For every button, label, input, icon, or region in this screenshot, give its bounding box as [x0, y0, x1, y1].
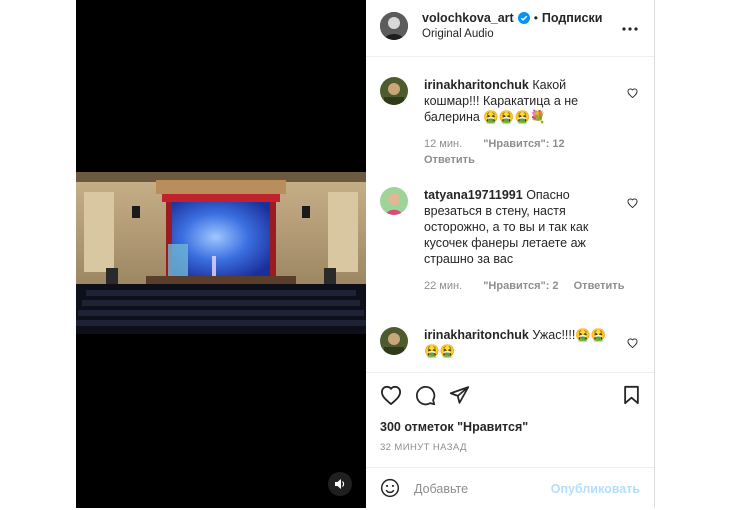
page-margin-right	[655, 0, 730, 508]
comment-time[interactable]: 22 мин.	[424, 280, 462, 292]
comment-reply-button[interactable]: Ответить	[574, 280, 625, 292]
theatre-stage-image	[76, 172, 366, 334]
video-frame-theatre	[76, 172, 366, 334]
comment-like-button[interactable]	[627, 195, 638, 213]
heart-outline-icon	[627, 198, 638, 209]
post-header: volochkova_art • Подписки Original Audio	[366, 0, 654, 57]
comment-username[interactable]: tatyana19711991	[424, 188, 523, 202]
comment-body: tatyana19711991 Опасно врезаться в стену…	[424, 187, 619, 267]
comment-meta: 12 мин. "Нравится": 12	[424, 138, 577, 150]
heart-icon	[380, 385, 402, 406]
comment-body: irinakharitonchuk Какой кошмар!!! Карака…	[424, 77, 619, 125]
verified-badge-icon	[517, 12, 530, 24]
post-video[interactable]	[76, 0, 366, 508]
heart-outline-icon	[627, 88, 638, 99]
comment-reply-row: Ответить	[424, 154, 475, 166]
likes-count[interactable]: 300 отметок "Нравится"	[380, 420, 528, 434]
comment-item: tatyana19711991 Опасно врезаться в стену…	[380, 187, 640, 297]
author-username[interactable]: volochkova_art	[422, 11, 514, 25]
bookmark-icon	[624, 385, 639, 405]
comment-post-button[interactable]	[415, 385, 436, 411]
comment-input[interactable]: Добавьте	[414, 482, 468, 496]
comment-time[interactable]: 12 мин.	[424, 138, 462, 150]
comment-avatar[interactable]	[380, 327, 408, 355]
comment-likes[interactable]: "Нравится": 2	[483, 280, 558, 292]
comment-bubble-icon	[416, 386, 436, 406]
comment-reply-button[interactable]: Ответить	[424, 154, 475, 166]
comment-body: irinakharitonchuk Ужас!!!!🤮🤮🤮🤮	[424, 327, 619, 359]
comment-like-button[interactable]	[627, 335, 638, 353]
comment-avatar[interactable]	[380, 187, 408, 215]
emoji-smile-icon	[380, 478, 400, 498]
emoji-button[interactable]	[380, 478, 400, 503]
comment-like-button[interactable]	[627, 85, 638, 103]
author-avatar[interactable]	[380, 12, 408, 40]
heart-outline-icon	[627, 338, 638, 349]
comment-item: irinakharitonchuk Какой кошмар!!! Карака…	[380, 77, 640, 172]
sound-toggle-button[interactable]	[328, 472, 352, 496]
like-post-button[interactable]	[380, 385, 402, 410]
post-side-panel: volochkova_art • Подписки Original Audio	[366, 0, 655, 508]
author-line: volochkova_art • Подписки	[422, 11, 602, 25]
author-avatar-image	[380, 12, 408, 40]
share-post-button[interactable]	[449, 385, 470, 410]
more-horizontal-icon	[622, 27, 638, 31]
comment-item: irinakharitonchuk Ужас!!!!🤮🤮🤮🤮	[380, 327, 640, 367]
speaker-icon	[335, 479, 345, 489]
audio-link[interactable]: Original Audio	[422, 28, 494, 40]
paper-plane-icon	[449, 386, 470, 404]
post-time[interactable]: 32 МИНУТ НАЗАД	[380, 442, 467, 453]
comment-username[interactable]: irinakharitonchuk	[424, 78, 529, 92]
comment-username[interactable]: irinakharitonchuk	[424, 328, 529, 342]
more-options-button[interactable]	[622, 18, 638, 36]
post-actions-section: 300 отметок "Нравится" 32 МИНУТ НАЗАД До…	[366, 372, 654, 509]
publish-button[interactable]: Опубликовать	[551, 482, 640, 496]
comment-avatar[interactable]	[380, 77, 408, 105]
save-post-button[interactable]	[623, 385, 640, 410]
add-comment-bar: Добавьте Опубликовать	[366, 467, 654, 510]
comment-likes[interactable]: "Нравится": 12	[483, 138, 564, 150]
comment-avatar-image	[380, 327, 408, 355]
comment-meta: 22 мин. "Нравится": 2 Ответить	[424, 280, 624, 292]
separator-dot: •	[533, 11, 538, 25]
comment-avatar-image	[380, 187, 408, 215]
page-margin-left	[0, 0, 76, 508]
comment-avatar-image	[380, 77, 408, 105]
follow-button[interactable]: Подписки	[542, 11, 603, 25]
